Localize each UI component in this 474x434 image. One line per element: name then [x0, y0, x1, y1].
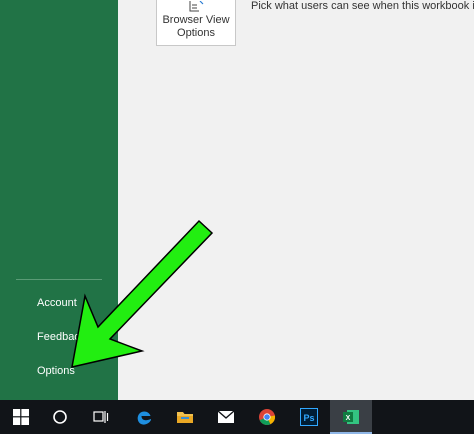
nav-item-feedback[interactable]: Feedback [0, 322, 118, 352]
excel-icon[interactable]: X [330, 400, 372, 434]
photoshop-icon[interactable]: Ps [292, 400, 326, 434]
task-view-icon[interactable] [84, 400, 118, 434]
svg-text:Ps: Ps [303, 413, 314, 423]
browser-view-label-line1: Browser View [162, 14, 230, 26]
info-panel: Browser View Options Pick what users can… [118, 0, 474, 400]
edge-icon[interactable] [127, 400, 161, 434]
mail-icon[interactable] [209, 400, 243, 434]
document-settings-icon [189, 1, 204, 12]
svg-text:X: X [346, 415, 351, 422]
browser-view-options-button[interactable]: Browser View Options [156, 0, 236, 46]
file-explorer-icon[interactable] [168, 400, 202, 434]
nav-item-options[interactable]: Options [0, 356, 118, 386]
browser-view-description: Pick what users can see when this workbo… [251, 0, 474, 12]
nav-divider [16, 279, 102, 280]
chrome-icon[interactable] [250, 400, 284, 434]
backstage-nav: Account Feedback Options [0, 0, 118, 400]
cortana-search-icon[interactable] [43, 400, 77, 434]
windows-start-icon[interactable] [4, 400, 38, 434]
taskbar: Ps X [0, 400, 474, 434]
browser-view-label-line2: Options [177, 27, 215, 39]
nav-item-account[interactable]: Account [0, 288, 118, 318]
